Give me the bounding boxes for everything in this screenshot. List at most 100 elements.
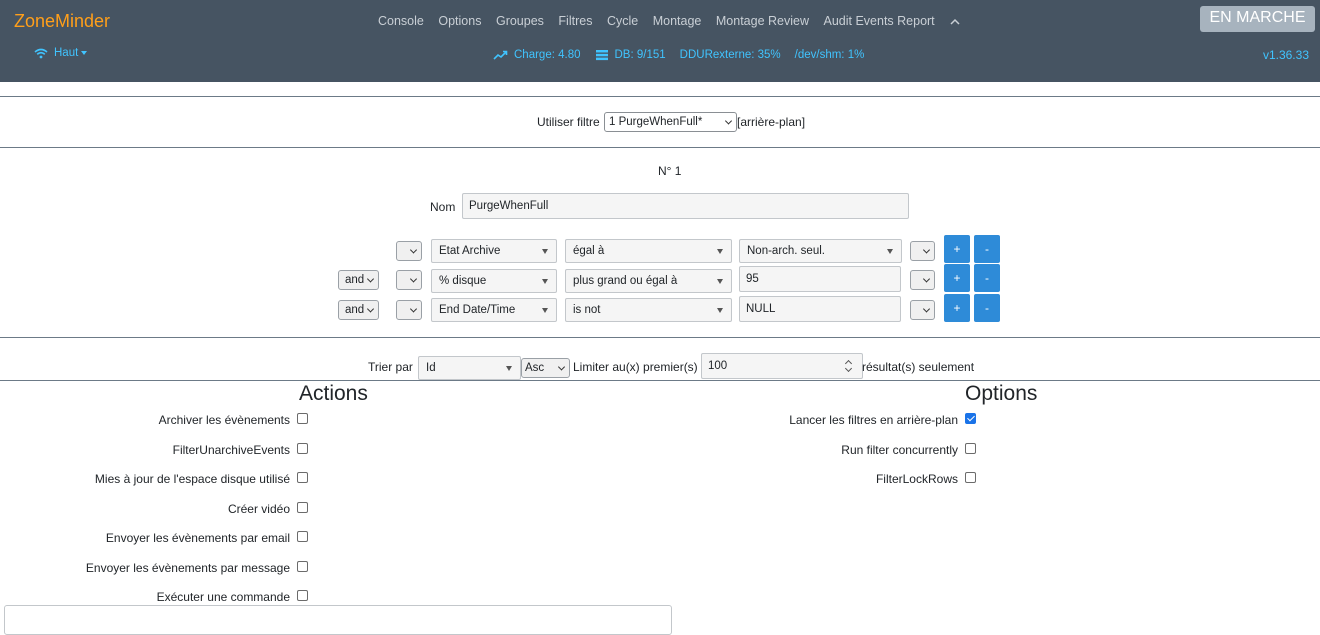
db-status: DB: 9/151 <box>595 49 666 61</box>
triangle-down-icon <box>542 308 548 313</box>
background-tag: [arrière-plan] <box>737 115 806 129</box>
sort-label: Trier par <box>368 360 413 374</box>
nav-console[interactable]: Console <box>378 14 424 28</box>
action-update-disk-checkbox[interactable] <box>297 472 308 483</box>
caret-down-icon <box>81 51 88 55</box>
option-background-checkbox[interactable] <box>965 413 976 424</box>
add-term-button[interactable]: + <box>944 294 970 322</box>
filter-name-input[interactable]: PurgeWhenFull <box>462 193 909 219</box>
chevron-down-icon <box>409 246 418 254</box>
chevron-down-icon <box>409 305 418 313</box>
option-lock-rows-checkbox[interactable] <box>965 472 976 483</box>
divider <box>0 380 1320 381</box>
chevron-up-icon[interactable] <box>949 14 961 28</box>
chevron-down-icon <box>922 246 931 254</box>
chevron-down-icon <box>922 275 931 283</box>
action-create-video-label: Créer vidéo <box>227 502 290 516</box>
limit-value: 100 <box>708 360 728 372</box>
bandwidth-dropdown[interactable]: Haut <box>34 47 88 59</box>
divider <box>0 147 1320 148</box>
storage-status: DDURexterne: 35% <box>679 49 781 61</box>
remove-term-button[interactable]: - <box>974 235 1000 263</box>
add-term-button[interactable]: + <box>944 264 970 292</box>
chevron-down-icon <box>409 275 418 283</box>
triangle-down-icon <box>887 249 893 254</box>
close-paren-select[interactable] <box>910 241 935 261</box>
triangle-down-icon <box>542 249 548 254</box>
action-message-label: Envoyer les évènements par message <box>85 561 290 575</box>
chevron-down-icon <box>724 117 733 125</box>
close-paren-select[interactable] <box>910 300 935 320</box>
term-value-input[interactable]: NULL <box>739 296 901 322</box>
limit-input[interactable]: 100 <box>701 353 863 379</box>
shm-status: /dev/shm: 1% <box>794 49 865 61</box>
term-operator-select[interactable]: is not <box>565 298 732 322</box>
spinner-icon[interactable] <box>842 358 856 374</box>
nav-montage-review[interactable]: Montage Review <box>716 14 809 28</box>
add-term-button[interactable]: + <box>944 235 970 263</box>
option-concurrent-checkbox[interactable] <box>965 443 976 454</box>
remove-term-button[interactable]: - <box>974 264 1000 292</box>
action-execute-checkbox[interactable] <box>297 590 308 601</box>
chevron-down-icon <box>366 275 375 283</box>
term-operator-select[interactable]: plus grand ou égal à <box>565 269 732 293</box>
term-value-input[interactable]: 95 <box>739 266 901 292</box>
version-label[interactable]: v1.36.33 <box>1263 48 1309 62</box>
trend-up-icon <box>493 50 508 60</box>
term-conjunction-select[interactable]: and <box>338 270 379 290</box>
open-paren-select[interactable] <box>396 241 422 261</box>
term-operator-select[interactable]: égal à <box>565 239 732 263</box>
sort-field-select[interactable]: Id <box>418 356 521 380</box>
term-attribute-select[interactable]: Etat Archive <box>431 239 557 263</box>
action-unarchive-label: FilterUnarchiveEvents <box>172 443 290 457</box>
triangle-down-icon <box>506 366 512 371</box>
chevron-down-icon <box>366 305 375 313</box>
nav-montage[interactable]: Montage <box>653 14 702 28</box>
nav-groups[interactable]: Groupes <box>496 14 544 28</box>
load-status: Charge: 4.80 <box>493 49 581 61</box>
chevron-down-icon <box>557 363 566 371</box>
triangle-down-icon <box>717 249 723 254</box>
options-title: Options <box>965 382 1038 405</box>
action-email-label: Envoyer les évènements par email <box>105 531 290 545</box>
open-paren-select[interactable] <box>396 300 422 320</box>
triangle-down-icon <box>542 279 548 284</box>
command-input[interactable] <box>4 605 672 635</box>
term-conjunction-select[interactable]: and <box>338 300 379 320</box>
filter-select-label: Utiliser filtre <box>537 115 600 129</box>
triangle-down-icon <box>717 279 723 284</box>
triangle-down-icon <box>717 308 723 313</box>
nav-options[interactable]: Options <box>438 14 481 28</box>
term-attribute-select[interactable]: % disque <box>431 269 557 293</box>
option-lock-rows-label: FilterLockRows <box>875 472 958 486</box>
main-nav: Console Options Groupes Filtres Cycle Mo… <box>378 13 961 29</box>
term-value-select[interactable]: Non-arch. seul. <box>739 239 902 263</box>
bandwidth-label: Haut <box>54 47 79 59</box>
action-create-video-checkbox[interactable] <box>297 502 308 513</box>
divider <box>0 337 1320 338</box>
remove-term-button[interactable]: - <box>974 294 1000 322</box>
limit-label: Limiter au(x) premier(s) <box>573 360 698 374</box>
option-concurrent-label: Run filter concurrently <box>841 443 958 457</box>
database-icon <box>595 50 608 61</box>
nav-cycle[interactable]: Cycle <box>607 14 638 28</box>
sort-direction-select[interactable]: Asc <box>521 358 570 378</box>
nav-filters[interactable]: Filtres <box>558 14 592 28</box>
run-state-button[interactable]: EN MARCHE <box>1200 6 1315 32</box>
action-unarchive-checkbox[interactable] <box>297 443 308 454</box>
action-message-checkbox[interactable] <box>297 561 308 572</box>
actions-title: Actions <box>299 382 368 405</box>
action-email-checkbox[interactable] <box>297 531 308 542</box>
close-paren-select[interactable] <box>910 270 935 290</box>
filter-select[interactable]: 1 PurgeWhenFull* <box>604 112 737 132</box>
action-update-disk-label: Mies à jour de l'espace disque utilisé <box>94 472 290 486</box>
brand-logo[interactable]: ZoneMinder <box>14 11 110 32</box>
filter-id: N° 1 <box>658 164 682 178</box>
term-attribute-select[interactable]: End Date/Time <box>431 298 557 322</box>
nav-audit-events-report[interactable]: Audit Events Report <box>823 14 934 28</box>
action-archive-checkbox[interactable] <box>297 413 308 424</box>
limit-suffix: résultat(s) seulement <box>862 360 975 374</box>
open-paren-select[interactable] <box>396 270 422 290</box>
filter-select-value: 1 PurgeWhenFull* <box>609 116 703 128</box>
chevron-down-icon <box>922 305 931 313</box>
